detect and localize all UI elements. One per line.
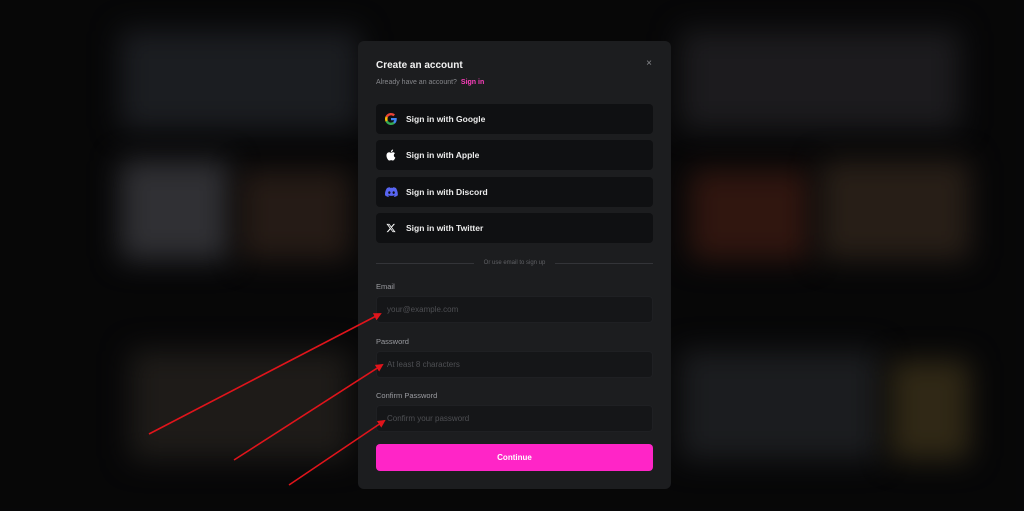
continue-button[interactable]: Continue: [376, 444, 653, 471]
confirm-password-field[interactable]: [376, 405, 653, 432]
divider-line: [376, 262, 474, 264]
apple-signin-label: Sign in with Apple: [406, 150, 480, 160]
email-field[interactable]: [376, 296, 653, 323]
create-account-modal: Create an account × Already have an acco…: [358, 41, 671, 489]
divider-line: [555, 262, 654, 264]
apple-icon: [376, 140, 406, 170]
x-twitter-icon: [376, 213, 406, 243]
password-label: Password: [376, 337, 409, 346]
signin-prompt: Already have an account? Sign in: [376, 79, 484, 86]
password-field[interactable]: [376, 351, 653, 378]
signin-link[interactable]: Sign in: [461, 79, 484, 86]
discord-signin-label: Sign in with Discord: [406, 187, 488, 197]
confirm-password-label: Confirm Password: [376, 391, 438, 400]
google-signin-label: Sign in with Google: [406, 114, 486, 124]
twitter-signin-label: Sign in with Twitter: [406, 223, 484, 233]
modal-title: Create an account: [376, 60, 463, 71]
signin-prompt-text: Already have an account?: [376, 79, 457, 86]
email-label: Email: [376, 282, 395, 291]
google-icon: [376, 104, 406, 134]
discord-icon: [376, 177, 406, 207]
google-signin-button[interactable]: Sign in with Google: [376, 104, 653, 134]
close-icon[interactable]: ×: [643, 58, 655, 70]
divider-text: Or use email to sign up: [483, 260, 546, 266]
divider: Or use email to sign up: [376, 258, 654, 268]
apple-signin-button[interactable]: Sign in with Apple: [376, 140, 653, 170]
discord-signin-button[interactable]: Sign in with Discord: [376, 177, 653, 207]
twitter-signin-button[interactable]: Sign in with Twitter: [376, 213, 653, 243]
